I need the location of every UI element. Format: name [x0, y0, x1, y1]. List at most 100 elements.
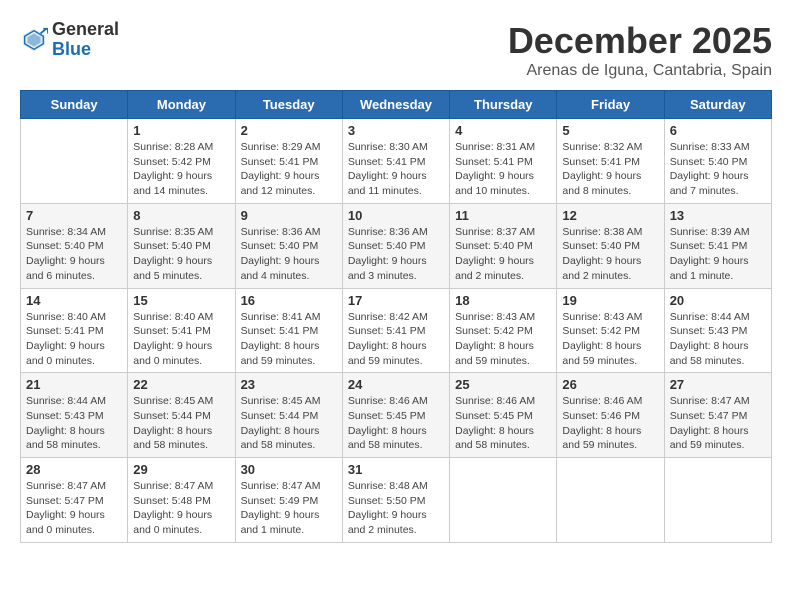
calendar-week-4: 21 Sunrise: 8:44 AMSunset: 5:43 PMDayligh… [21, 373, 772, 458]
day-number: 3 [348, 123, 444, 138]
calendar-table: Sunday Monday Tuesday Wednesday Thursday… [20, 90, 772, 543]
day-number: 28 [26, 462, 122, 477]
day-number: 23 [241, 377, 337, 392]
day-info: Sunrise: 8:45 AMSunset: 5:44 PMDaylight:… [241, 394, 337, 453]
day-info: Sunrise: 8:43 AMSunset: 5:42 PMDaylight:… [562, 310, 658, 369]
day-number: 13 [670, 208, 766, 223]
day-info: Sunrise: 8:40 AMSunset: 5:41 PMDaylight:… [26, 310, 122, 369]
header-friday: Friday [557, 91, 664, 119]
calendar-title: December 2025 [508, 20, 772, 62]
day-info: Sunrise: 8:48 AMSunset: 5:50 PMDaylight:… [348, 479, 444, 538]
day-number: 17 [348, 293, 444, 308]
day-info: Sunrise: 8:36 AMSunset: 5:40 PMDaylight:… [348, 225, 444, 284]
calendar-cell [450, 458, 557, 543]
day-number: 10 [348, 208, 444, 223]
calendar-week-3: 14 Sunrise: 8:40 AMSunset: 5:41 PMDayligh… [21, 288, 772, 373]
day-number: 20 [670, 293, 766, 308]
calendar-cell: 30 Sunrise: 8:47 AMSunset: 5:49 PMDayligh… [235, 458, 342, 543]
day-number: 7 [26, 208, 122, 223]
day-number: 14 [26, 293, 122, 308]
calendar-cell: 14 Sunrise: 8:40 AMSunset: 5:41 PMDayligh… [21, 288, 128, 373]
day-info: Sunrise: 8:40 AMSunset: 5:41 PMDaylight:… [133, 310, 229, 369]
day-number: 29 [133, 462, 229, 477]
calendar-body: 1 Sunrise: 8:28 AMSunset: 5:42 PMDaylight… [21, 119, 772, 543]
calendar-week-2: 7 Sunrise: 8:34 AMSunset: 5:40 PMDaylight… [21, 203, 772, 288]
day-info: Sunrise: 8:43 AMSunset: 5:42 PMDaylight:… [455, 310, 551, 369]
day-info: Sunrise: 8:46 AMSunset: 5:46 PMDaylight:… [562, 394, 658, 453]
calendar-cell [21, 119, 128, 204]
calendar-cell: 8 Sunrise: 8:35 AMSunset: 5:40 PMDaylight… [128, 203, 235, 288]
calendar-cell: 13 Sunrise: 8:39 AMSunset: 5:41 PMDayligh… [664, 203, 771, 288]
calendar-cell: 18 Sunrise: 8:43 AMSunset: 5:42 PMDayligh… [450, 288, 557, 373]
day-number: 1 [133, 123, 229, 138]
day-number: 16 [241, 293, 337, 308]
day-info: Sunrise: 8:47 AMSunset: 5:49 PMDaylight:… [241, 479, 337, 538]
logo-icon [20, 26, 48, 54]
calendar-cell: 20Sunrise: 8:44 AMSunset: 5:43 PMDayligh… [664, 288, 771, 373]
day-info: Sunrise: 8:41 AMSunset: 5:41 PMDaylight:… [241, 310, 337, 369]
calendar-cell: 27Sunrise: 8:47 AMSunset: 5:47 PMDayligh… [664, 373, 771, 458]
calendar-cell: 22Sunrise: 8:45 AMSunset: 5:44 PMDayligh… [128, 373, 235, 458]
calendar-cell: 21 Sunrise: 8:44 AMSunset: 5:43 PMDayligh… [21, 373, 128, 458]
calendar-cell: 29 Sunrise: 8:47 AMSunset: 5:48 PMDayligh… [128, 458, 235, 543]
day-number: 30 [241, 462, 337, 477]
header-tuesday: Tuesday [235, 91, 342, 119]
page-header: General Blue December 2025 Arenas de Igu… [20, 20, 772, 80]
day-number: 21 [26, 377, 122, 392]
calendar-cell: 11Sunrise: 8:37 AMSunset: 5:40 PMDayligh… [450, 203, 557, 288]
logo-text: General Blue [52, 20, 119, 60]
day-number: 12 [562, 208, 658, 223]
header-saturday: Saturday [664, 91, 771, 119]
day-number: 26 [562, 377, 658, 392]
day-info: Sunrise: 8:35 AMSunset: 5:40 PMDaylight:… [133, 225, 229, 284]
day-number: 22 [133, 377, 229, 392]
day-info: Sunrise: 8:29 AMSunset: 5:41 PMDaylight:… [241, 140, 337, 199]
calendar-cell: 3 Sunrise: 8:30 AMSunset: 5:41 PMDaylight… [342, 119, 449, 204]
calendar-cell: 7 Sunrise: 8:34 AMSunset: 5:40 PMDaylight… [21, 203, 128, 288]
day-number: 8 [133, 208, 229, 223]
day-info: Sunrise: 8:46 AMSunset: 5:45 PMDaylight:… [348, 394, 444, 453]
day-info: Sunrise: 8:32 AMSunset: 5:41 PMDaylight:… [562, 140, 658, 199]
calendar-cell: 6Sunrise: 8:33 AMSunset: 5:40 PMDaylight… [664, 119, 771, 204]
header-sunday: Sunday [21, 91, 128, 119]
calendar-cell: 26 Sunrise: 8:46 AMSunset: 5:46 PMDayligh… [557, 373, 664, 458]
calendar-cell: 23 Sunrise: 8:45 AMSunset: 5:44 PMDayligh… [235, 373, 342, 458]
calendar-cell: 12Sunrise: 8:38 AMSunset: 5:40 PMDayligh… [557, 203, 664, 288]
day-number: 6 [670, 123, 766, 138]
day-number: 25 [455, 377, 551, 392]
day-info: Sunrise: 8:47 AMSunset: 5:47 PMDaylight:… [26, 479, 122, 538]
day-info: Sunrise: 8:46 AMSunset: 5:45 PMDaylight:… [455, 394, 551, 453]
day-info: Sunrise: 8:30 AMSunset: 5:41 PMDaylight:… [348, 140, 444, 199]
calendar-cell: 4Sunrise: 8:31 AMSunset: 5:41 PMDaylight… [450, 119, 557, 204]
day-info: Sunrise: 8:47 AMSunset: 5:47 PMDaylight:… [670, 394, 766, 453]
day-info: Sunrise: 8:44 AMSunset: 5:43 PMDaylight:… [26, 394, 122, 453]
calendar-cell: 31 Sunrise: 8:48 AMSunset: 5:50 PMDayligh… [342, 458, 449, 543]
day-number: 24 [348, 377, 444, 392]
day-number: 11 [455, 208, 551, 223]
calendar-cell: 28 Sunrise: 8:47 AMSunset: 5:47 PMDayligh… [21, 458, 128, 543]
day-number: 18 [455, 293, 551, 308]
calendar-cell: 5Sunrise: 8:32 AMSunset: 5:41 PMDaylight… [557, 119, 664, 204]
header-thursday: Thursday [450, 91, 557, 119]
day-info: Sunrise: 8:42 AMSunset: 5:41 PMDaylight:… [348, 310, 444, 369]
calendar-cell [557, 458, 664, 543]
calendar-cell: 10 Sunrise: 8:36 AMSunset: 5:40 PMDayligh… [342, 203, 449, 288]
weekday-header-row: Sunday Monday Tuesday Wednesday Thursday… [21, 91, 772, 119]
logo: General Blue [20, 20, 119, 60]
day-info: Sunrise: 8:39 AMSunset: 5:41 PMDaylight:… [670, 225, 766, 284]
calendar-cell: 15 Sunrise: 8:40 AMSunset: 5:41 PMDayligh… [128, 288, 235, 373]
day-number: 2 [241, 123, 337, 138]
day-number: 19 [562, 293, 658, 308]
day-info: Sunrise: 8:47 AMSunset: 5:48 PMDaylight:… [133, 479, 229, 538]
day-number: 15 [133, 293, 229, 308]
logo-general: General [52, 20, 119, 40]
calendar-cell: 2 Sunrise: 8:29 AMSunset: 5:41 PMDaylight… [235, 119, 342, 204]
logo-blue: Blue [52, 40, 119, 60]
day-info: Sunrise: 8:34 AMSunset: 5:40 PMDaylight:… [26, 225, 122, 284]
day-number: 31 [348, 462, 444, 477]
title-block: December 2025 Arenas de Iguna, Cantabria… [508, 20, 772, 80]
calendar-cell [664, 458, 771, 543]
calendar-cell: 9Sunrise: 8:36 AMSunset: 5:40 PMDaylight… [235, 203, 342, 288]
day-info: Sunrise: 8:28 AMSunset: 5:42 PMDaylight:… [133, 140, 229, 199]
day-info: Sunrise: 8:31 AMSunset: 5:41 PMDaylight:… [455, 140, 551, 199]
